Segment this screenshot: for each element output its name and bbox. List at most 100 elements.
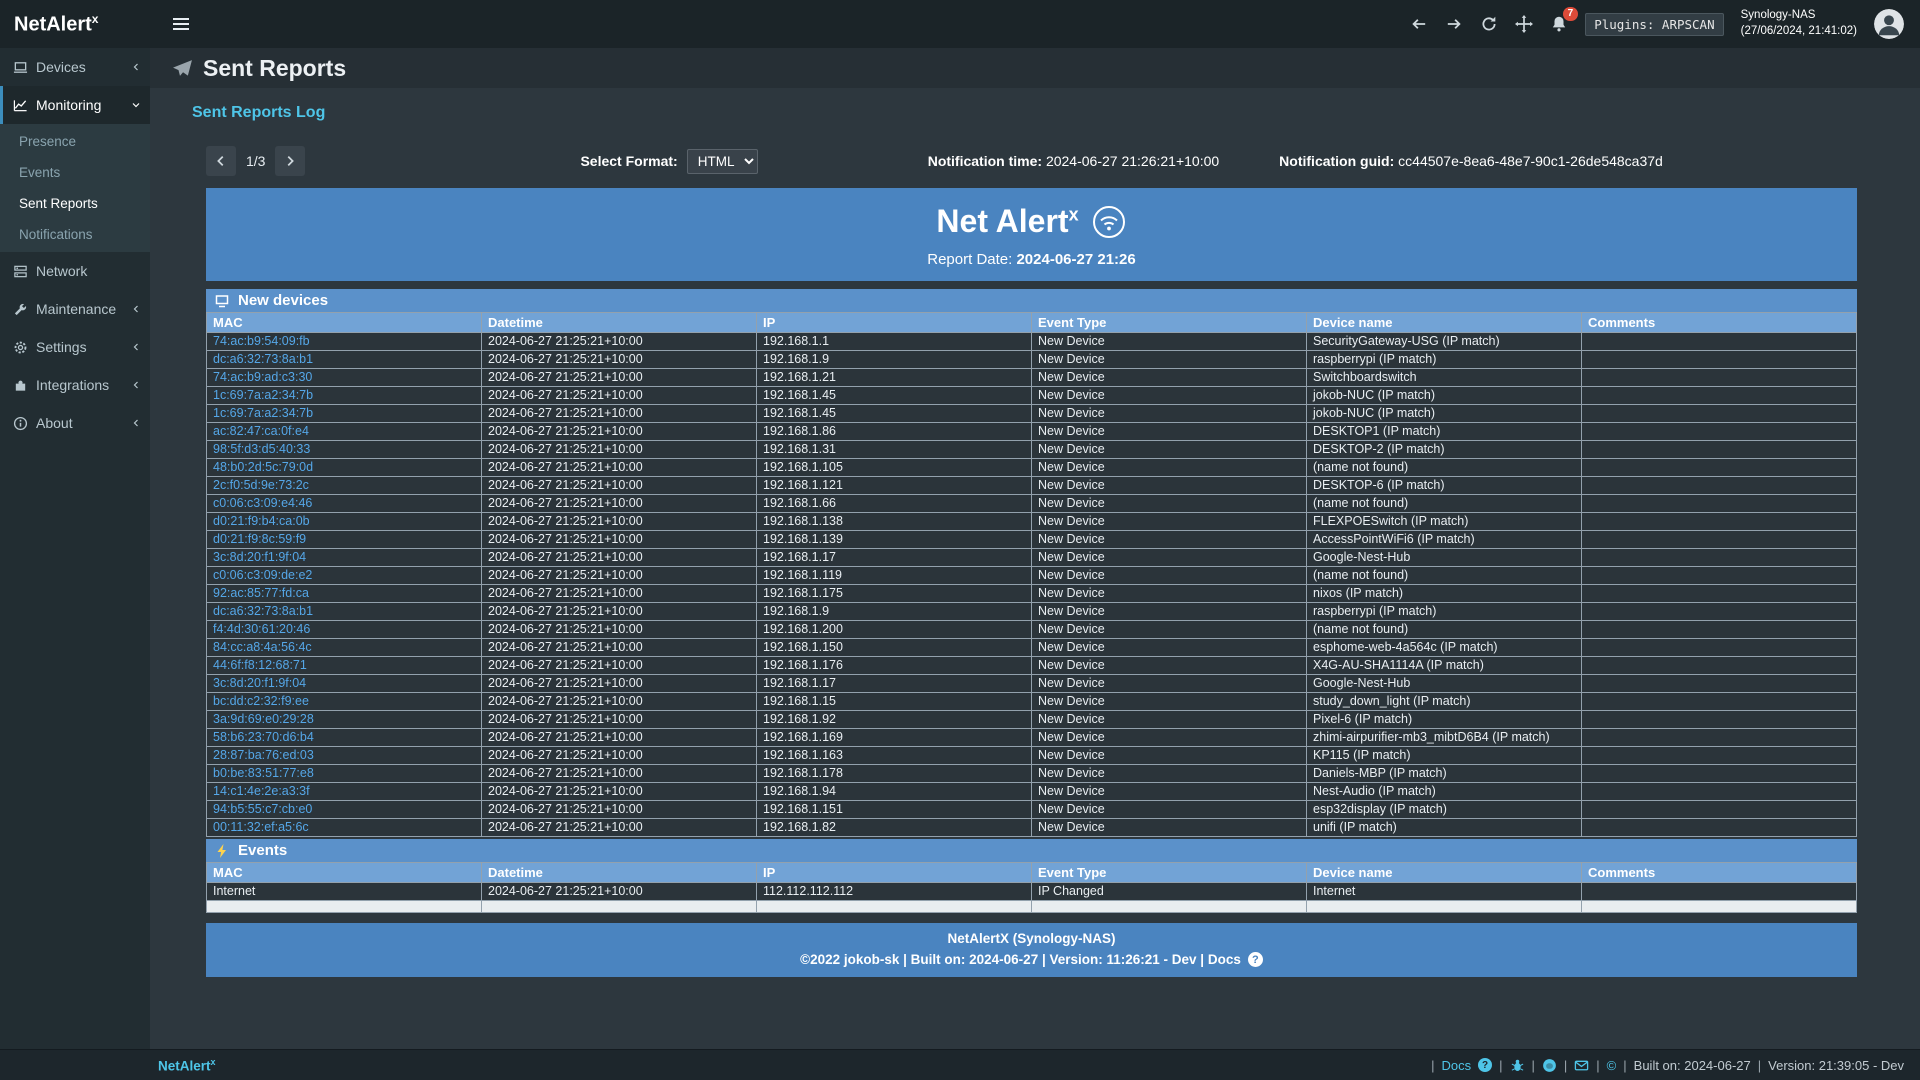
mac-link-cell[interactable]: d0:21:f9:b4:ca:0b: [207, 513, 482, 531]
forward-icon[interactable]: [1445, 15, 1463, 33]
mac-link-cell[interactable]: f4:4d:30:61:20:46: [207, 621, 482, 639]
host-info: Synology-NAS (27/06/2024, 21:41:02): [1741, 8, 1857, 39]
github-icon[interactable]: [1542, 1058, 1557, 1073]
mac-link-cell[interactable]: dc:a6:32:73:8a:b1: [207, 603, 482, 621]
mac-link-cell[interactable]: c0:06:c3:09:e4:46: [207, 495, 482, 513]
separator: |: [1499, 1058, 1502, 1073]
mac-link-cell[interactable]: 92:ac:85:77:fd:ca: [207, 585, 482, 603]
sidebar-item-about[interactable]: About: [0, 404, 150, 442]
table-cell: 2024-06-27 21:25:21+10:00: [482, 657, 757, 675]
table-cell: DESKTOP-6 (IP match): [1307, 477, 1582, 495]
puzzle-icon: [13, 378, 28, 393]
mac-link-cell[interactable]: 3c:8d:20:f1:9f:04: [207, 675, 482, 693]
sidebar-subitem-events[interactable]: Events: [0, 157, 150, 188]
move-icon[interactable]: [1515, 15, 1533, 33]
host-time: (27/06/2024, 21:41:02): [1741, 24, 1857, 40]
table-cell: New Device: [1032, 711, 1307, 729]
notification-guid-value: cc44507e-8ea6-48e7-90c1-26de548ca37d: [1398, 153, 1663, 169]
separator: |: [1758, 1058, 1761, 1073]
sidebar-toggle-button[interactable]: [160, 11, 202, 37]
table-cell: New Device: [1032, 387, 1307, 405]
mac-link-cell[interactable]: 14:c1:4e:2e:a3:3f: [207, 783, 482, 801]
mac-link-cell[interactable]: 74:ac:b9:ad:c3:30: [207, 369, 482, 387]
table-cell: 2024-06-27 21:25:21+10:00: [482, 459, 757, 477]
avatar[interactable]: [1874, 9, 1904, 39]
sidebar-item-monitoring[interactable]: Monitoring: [0, 86, 150, 124]
empty-cell: [1307, 901, 1582, 913]
monitoring-icon: [13, 98, 28, 113]
copyright-icon[interactable]: ©: [1607, 1058, 1617, 1073]
new-devices-section-header: New devices: [206, 289, 1857, 312]
table-cell: 2024-06-27 21:25:21+10:00: [482, 711, 757, 729]
sidebar-item-network[interactable]: Network: [0, 252, 150, 290]
report-date: Report Date: 2024-06-27 21:26: [206, 251, 1857, 268]
table-row: 3a:9d:69:e0:29:282024-06-27 21:25:21+10:…: [207, 711, 1857, 729]
mac-link-cell[interactable]: d0:21:f9:8c:59:f9: [207, 531, 482, 549]
table-row: Internet2024-06-27 21:25:21+10:00112.112…: [207, 883, 1857, 901]
next-page-button[interactable]: [275, 146, 305, 176]
sidebar-subitem-sent-reports[interactable]: Sent Reports: [0, 188, 150, 219]
mac-link-cell[interactable]: 74:ac:b9:54:09:fb: [207, 333, 482, 351]
mac-link-cell[interactable]: b0:be:83:51:77:e8: [207, 765, 482, 783]
mac-link-cell[interactable]: 98:5f:d3:d5:40:33: [207, 441, 482, 459]
events-section-header: Events: [206, 839, 1857, 862]
mac-link-cell[interactable]: 28:87:ba:76:ed:03: [207, 747, 482, 765]
footer-brand-link[interactable]: NetAlertx: [158, 1057, 216, 1074]
mac-link-cell[interactable]: 84:cc:a8:4a:56:4c: [207, 639, 482, 657]
plugins-badge[interactable]: Plugins: ARPSCAN: [1585, 13, 1723, 36]
mac-link-cell[interactable]: 00:11:32:ef:a5:6c: [207, 819, 482, 837]
mac-link-cell[interactable]: 3a:9d:69:e0:29:28: [207, 711, 482, 729]
mac-link-cell[interactable]: 3c:8d:20:f1:9f:04: [207, 549, 482, 567]
notifications-button[interactable]: 7: [1550, 15, 1568, 33]
chevron-left-icon: [214, 154, 228, 168]
mac-link-cell[interactable]: ac:82:47:ca:0f:e4: [207, 423, 482, 441]
report-date-value: 2024-06-27 21:26: [1016, 251, 1135, 268]
sidebar-item-integrations[interactable]: Integrations: [0, 366, 150, 404]
table-cell: New Device: [1032, 405, 1307, 423]
table-cell: [1582, 657, 1857, 675]
table-cell: 192.168.1.9: [757, 603, 1032, 621]
chevron-right-icon: [283, 154, 297, 168]
new-devices-title: New devices: [238, 292, 328, 309]
lightning-icon: [214, 843, 230, 859]
mac-link-cell[interactable]: 2c:f0:5d:9e:73:2c: [207, 477, 482, 495]
notification-guid-label: Notification guid:: [1279, 153, 1394, 169]
mac-link-cell[interactable]: dc:a6:32:73:8a:b1: [207, 351, 482, 369]
column-header: IP: [757, 313, 1032, 333]
mac-link-cell[interactable]: 1c:69:7a:a2:34:7b: [207, 387, 482, 405]
mac-link-cell[interactable]: 44:6f:f8:12:68:71: [207, 657, 482, 675]
table-cell: 2024-06-27 21:25:21+10:00: [482, 765, 757, 783]
sidebar-item-devices[interactable]: Devices: [0, 48, 150, 86]
events-title: Events: [238, 842, 287, 859]
app-logo[interactable]: NetAlertx: [0, 12, 150, 37]
sidebar-subitem-presence[interactable]: Presence: [0, 126, 150, 157]
mac-link-cell[interactable]: c0:06:c3:09:de:e2: [207, 567, 482, 585]
table-row: b0:be:83:51:77:e82024-06-27 21:25:21+10:…: [207, 765, 1857, 783]
bug-icon[interactable]: [1510, 1058, 1525, 1073]
table-cell: [1582, 603, 1857, 621]
devices-icon: [13, 60, 28, 75]
mail-icon[interactable]: [1574, 1058, 1589, 1073]
sidebar-item-settings[interactable]: Settings: [0, 328, 150, 366]
mac-link-cell[interactable]: 1c:69:7a:a2:34:7b: [207, 405, 482, 423]
sidebar-subitem-notifications[interactable]: Notifications: [0, 219, 150, 250]
table-cell: 2024-06-27 21:25:21+10:00: [482, 693, 757, 711]
refresh-icon[interactable]: [1480, 15, 1498, 33]
sidebar-item-label: Devices: [36, 59, 86, 75]
question-circle-icon[interactable]: ?: [1478, 1058, 1492, 1072]
question-circle-icon[interactable]: ?: [1248, 952, 1263, 967]
mac-link-cell[interactable]: 58:b6:23:70:d6:b4: [207, 729, 482, 747]
docs-link[interactable]: Docs: [1441, 1058, 1471, 1073]
sent-reports-log-link[interactable]: Sent Reports Log: [192, 104, 325, 122]
mac-link-cell[interactable]: 94:b5:55:c7:cb:e0: [207, 801, 482, 819]
table-cell: New Device: [1032, 459, 1307, 477]
back-icon[interactable]: [1410, 15, 1428, 33]
separator: |: [1596, 1058, 1599, 1073]
sidebar-item-maintenance[interactable]: Maintenance: [0, 290, 150, 328]
notification-time-value: 2024-06-27 21:26:21+10:00: [1046, 153, 1219, 169]
table-cell: 192.168.1.1: [757, 333, 1032, 351]
mac-link-cell[interactable]: 48:b0:2d:5c:79:0d: [207, 459, 482, 477]
format-select[interactable]: HTML: [687, 149, 758, 174]
mac-link-cell[interactable]: bc:dd:c2:32:f9:ee: [207, 693, 482, 711]
prev-page-button[interactable]: [206, 146, 236, 176]
